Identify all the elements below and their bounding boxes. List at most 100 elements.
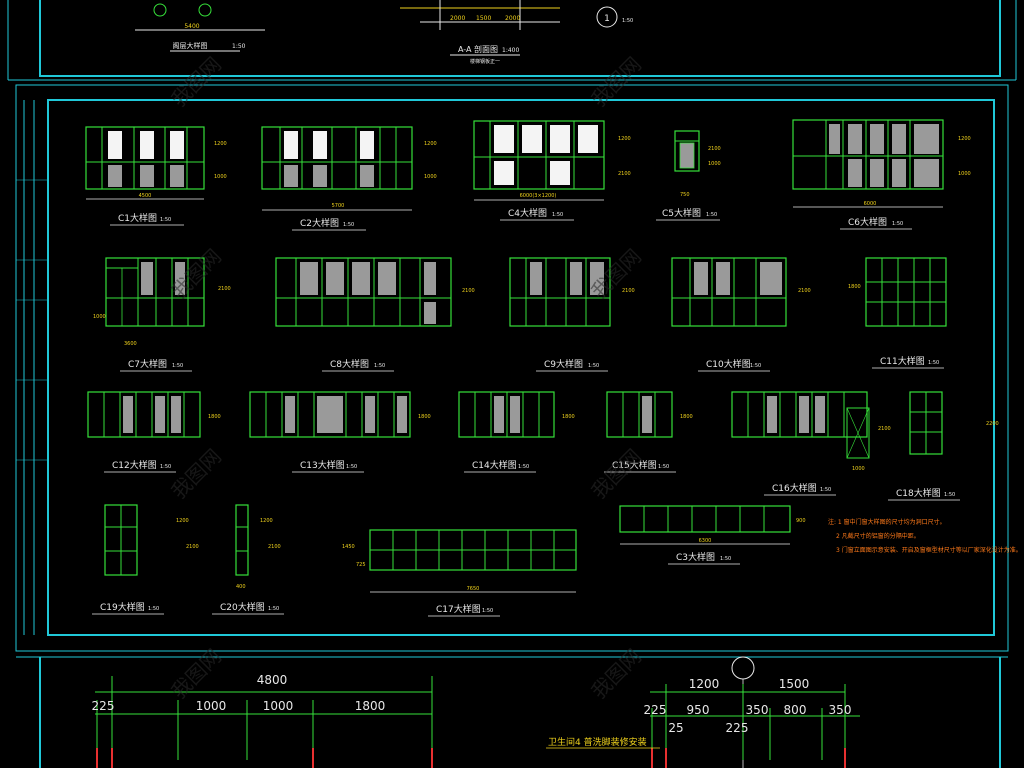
c2-label: C2大样图 — [300, 217, 339, 229]
c7-label: C7大样图 — [128, 358, 167, 370]
watermark-5: 我图网 — [167, 444, 226, 503]
c1-label: C1大样图 — [118, 212, 157, 224]
bottom-right-dim-4: 800 — [784, 703, 807, 717]
window-elevation-c20: 400 1200 2100 C20大样图 1:50 — [212, 504, 284, 615]
c5-h1: 2100 — [708, 146, 721, 152]
bottom-left-total-dim: 4800 — [257, 673, 288, 687]
bottom-left-dim-1: 225 — [92, 699, 115, 713]
section-circle-scale: 1:50 — [622, 18, 633, 24]
c16-h1: 2100 — [878, 426, 891, 432]
cad-drawing-canvas: 5400 阁层大样图 1:50 2000 1500 2000 A-A 剖面图 1… — [7, 0, 1022, 768]
window-elevation-c11: 1800 C11大样图 1:50 — [848, 257, 947, 369]
bottom-right-sub-dim-1: 25 — [668, 721, 683, 735]
c5-h2: 1000 — [708, 161, 721, 167]
top-mid-dim-1: 2000 — [450, 15, 465, 22]
c4-label: C4大样图 — [508, 207, 547, 219]
bottom-right-top-dim-2: 1500 — [779, 677, 810, 691]
c4-h2: 2100 — [618, 171, 631, 177]
c5-scale: 1:50 — [706, 212, 717, 218]
c7-h2: 1000 — [93, 314, 106, 320]
c17-width-dim: 7650 — [467, 586, 480, 592]
c6-h2: 1000 — [958, 171, 971, 177]
window-elevation-c18: 2200 C18大样图 1:50 — [888, 391, 999, 501]
window-elevation-c14: 1800 C14大样图 1:50 — [458, 391, 575, 473]
c14-label: C14大样图 — [472, 459, 517, 471]
c13-label: C13大样图 — [300, 459, 345, 471]
window-elevation-c16: 1000 2100 C16大样图 1:50 — [731, 391, 891, 496]
c4-h1: 1200 — [618, 136, 631, 142]
c7-h1: 2100 — [218, 286, 231, 292]
note-3: 3 门窗立面图示意安装、开启及窗框型材尺寸等以厂家深化设计为准。 — [836, 546, 1022, 554]
bottom-left-dim-2: 1000 — [196, 699, 227, 713]
c3-scale: 1:50 — [720, 556, 731, 562]
c12-label: C12大样图 — [112, 459, 157, 471]
window-elevation-c19: 1200 2100 C19大样图 1:50 — [92, 504, 199, 615]
c19-scale: 1:50 — [148, 606, 159, 612]
c14-h1: 1800 — [562, 414, 575, 420]
c19-h1: 2100 — [186, 544, 199, 550]
c16-width-dim: 1000 — [852, 466, 865, 472]
top-mid-dim-3: 2000 — [505, 15, 520, 22]
c8-scale: 1:50 — [374, 363, 385, 369]
bottom-right-top-dim-1: 1200 — [689, 677, 720, 691]
c19-h2: 1200 — [176, 518, 189, 524]
c10-label: C10大样图 — [706, 358, 751, 370]
note-1: 注: 1 窗中门窗大样图的尺寸均为洞口尺寸。 — [828, 518, 946, 526]
c20-label: C20大样图 — [220, 601, 265, 613]
section-circle-label: 1 — [604, 14, 610, 24]
window-elevation-c2: 5700 1200 1000 C2大样图 1:50 — [261, 126, 437, 231]
bottom-right-dim-5: 350 — [829, 703, 852, 717]
c17-label: C17大样图 — [436, 603, 481, 615]
c17-h1: 1450 — [342, 544, 355, 550]
c17-scale: 1:50 — [482, 608, 493, 614]
c15-scale: 1:50 — [658, 464, 669, 470]
top-mid-sub: 楼梯钢板正一 — [470, 58, 500, 65]
c11-scale: 1:50 — [928, 360, 939, 366]
c8-label: C8大样图 — [330, 358, 369, 370]
bottom-right-dim-2: 950 — [687, 703, 710, 717]
c20-width-dim: 400 — [236, 584, 246, 590]
bottom-right-dim-1: 225 — [644, 703, 667, 717]
c9-scale: 1:50 — [588, 363, 599, 369]
top-left-scale: 1:50 — [232, 43, 246, 50]
top-mid-scale: 1:400 — [502, 47, 519, 54]
watermark-7: 我图网 — [167, 644, 226, 703]
c14-scale: 1:50 — [518, 464, 529, 470]
c9-label: C9大样图 — [544, 358, 583, 370]
c13-scale: 1:50 — [346, 464, 357, 470]
top-left-dim: 5400 — [184, 23, 199, 30]
c5-width-dim: 750 — [680, 192, 690, 198]
c10-h1: 2100 — [798, 288, 811, 294]
window-elevation-c13: 1800 C13大样图 1:50 — [249, 391, 431, 473]
window-elevation-c1: 4500 1200 1000 C1大样图 1:50 — [85, 126, 227, 226]
top-left-title: 阁层大样图 — [173, 41, 208, 50]
c6-scale: 1:50 — [892, 221, 903, 227]
c13-h1: 1800 — [418, 414, 431, 420]
c8-h1: 2100 — [462, 288, 475, 294]
note-2: 2 凡截尺寸的铝窗的分隔中距。 — [836, 532, 920, 540]
top-sheet: 5400 阁层大样图 1:50 2000 1500 2000 A-A 剖面图 1… — [7, 0, 1017, 81]
bottom-sheet: 4800 225 1000 1000 1800 1200 1500 225 95… — [16, 656, 1008, 768]
c6-h1: 1200 — [958, 136, 971, 142]
c1-h1: 1200 — [214, 141, 227, 147]
c15-h1: 1800 — [680, 414, 693, 420]
window-elevation-c3: 6300 900 C3大样图 1:50 — [619, 505, 806, 565]
c4-width-dim: 6000(3×1200) — [520, 193, 557, 199]
c20-h2: 1200 — [260, 518, 273, 524]
c3-h1: 900 — [796, 518, 806, 524]
c17-h2: 725 — [356, 562, 366, 568]
c11-h1: 1800 — [848, 284, 861, 290]
window-elevation-c17: 7650 1450 725 C17大样图 1:50 — [342, 529, 577, 617]
c3-label: C3大样图 — [676, 551, 715, 563]
c16-scale: 1:50 — [820, 487, 831, 493]
window-elevation-c5: 750 2100 1000 C5大样图 1:50 — [656, 130, 721, 221]
c2-h1: 1200 — [424, 141, 437, 147]
notes: 注: 1 窗中门窗大样图的尺寸均为洞口尺寸。 2 凡截尺寸的铝窗的分隔中距。 3… — [828, 518, 1022, 554]
c12-h1: 1800 — [208, 414, 221, 420]
c2-width-dim: 5700 — [332, 203, 345, 209]
c20-h1: 2100 — [268, 544, 281, 550]
bottom-right-sub-dim-2: 225 — [726, 721, 749, 735]
c2-h2: 1000 — [424, 174, 437, 180]
c3-width-dim: 6300 — [699, 538, 712, 544]
c20-scale: 1:50 — [268, 606, 279, 612]
